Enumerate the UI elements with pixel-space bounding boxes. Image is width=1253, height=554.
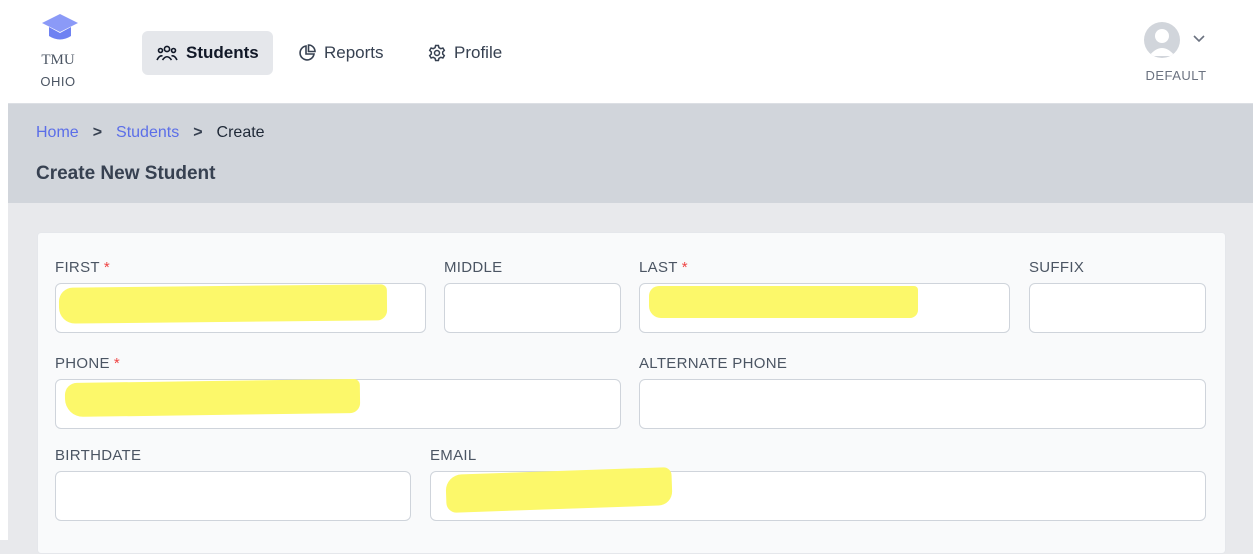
middle-name-label: MIDDLE	[444, 259, 503, 276]
breadcrumb-current: Create	[216, 124, 265, 141]
required-marker: *	[113, 355, 120, 372]
nav-profile[interactable]: Profile	[414, 31, 516, 75]
breadcrumb-home[interactable]: Home	[36, 124, 79, 142]
phone-input[interactable]	[55, 379, 621, 429]
breadcrumb-students[interactable]: Students	[116, 124, 179, 142]
phone-label: PHONE *	[55, 355, 120, 372]
nav-students[interactable]: Students	[142, 31, 273, 75]
top-navigation: TMU OHIO Students Reports Profile DEFAUL…	[8, 0, 1253, 104]
nav-students-label: Students	[186, 43, 259, 62]
breadcrumb-separator: >	[193, 124, 203, 141]
first-name-label: FIRST *	[55, 259, 110, 276]
page-header: Home > Students > Create Create New Stud…	[8, 104, 1253, 203]
pie-chart-icon	[299, 44, 316, 61]
alternate-phone-label: ALTERNATE PHONE	[639, 355, 788, 372]
email-input[interactable]	[430, 471, 1206, 521]
brand-subtitle: OHIO	[40, 74, 76, 89]
user-name: DEFAULT	[1145, 68, 1207, 83]
users-icon	[156, 45, 178, 61]
nav-reports[interactable]: Reports	[284, 31, 398, 75]
graduation-cap-icon	[42, 14, 78, 40]
email-label: EMAIL	[430, 447, 477, 464]
breadcrumb-separator: >	[92, 124, 103, 141]
chevron-down-icon	[1193, 35, 1205, 43]
suffix-label: SUFFIX	[1029, 259, 1085, 276]
user-menu[interactable]: DEFAULT	[1136, 22, 1226, 92]
user-avatar-icon	[1144, 22, 1180, 58]
birthdate-label: BIRTHDATE	[55, 447, 142, 464]
required-marker: *	[103, 259, 110, 276]
nav-profile-label: Profile	[454, 43, 503, 62]
brand-name: TMU	[41, 52, 75, 68]
gear-icon	[428, 44, 446, 62]
last-name-input[interactable]	[639, 283, 1010, 333]
breadcrumb: Home > Students > Create	[36, 124, 265, 142]
alternate-phone-input[interactable]	[639, 379, 1206, 429]
suffix-input[interactable]	[1029, 283, 1206, 333]
last-name-label: LAST *	[639, 259, 688, 276]
required-marker: *	[681, 259, 688, 276]
nav-reports-label: Reports	[324, 43, 384, 62]
page-title: Create New Student	[36, 163, 216, 184]
middle-name-input[interactable]	[444, 283, 621, 333]
first-name-input[interactable]	[55, 283, 426, 333]
brand-logo[interactable]: TMU OHIO	[28, 12, 98, 92]
create-student-form: FIRST * MIDDLE LAST * SUFFIX PHONE * ALTERN…	[37, 232, 1226, 554]
window-edge	[0, 0, 8, 540]
birthdate-input[interactable]	[55, 471, 411, 521]
